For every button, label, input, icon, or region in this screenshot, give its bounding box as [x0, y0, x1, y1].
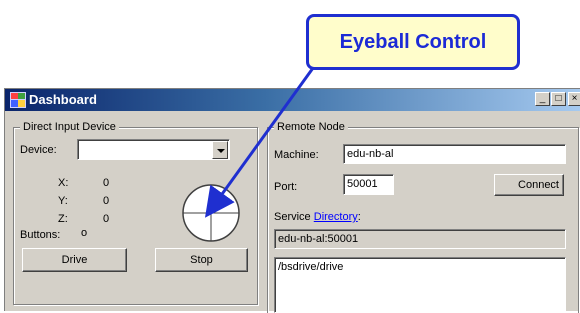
minimize-icon: _: [539, 93, 546, 104]
app-icon: [10, 92, 26, 108]
title-bar[interactable]: Dashboard _ □ ×: [5, 89, 580, 111]
machine-field[interactable]: edu-nb-al: [343, 144, 566, 164]
port-label: Port:: [274, 181, 298, 193]
service-address-field: edu-nb-al:50001: [274, 229, 566, 249]
y-label: Y:: [58, 195, 68, 207]
service-list[interactable]: /bsdrive/drive: [274, 257, 566, 313]
x-value: 0: [103, 177, 110, 189]
remote-node-group: Remote Node Machine: edu-nb-al Port: 500…: [267, 120, 579, 313]
direct-input-group: Direct Input Device Device: X: 0 Y: 0 Z:…: [13, 120, 258, 305]
eyeball-control[interactable]: [181, 183, 241, 243]
service-directory-label: Service Directory:: [274, 211, 361, 223]
connect-button[interactable]: Connect: [494, 174, 564, 196]
buttons-value: o: [81, 227, 88, 239]
directory-link[interactable]: Directory: [314, 211, 358, 223]
maximize-button[interactable]: □: [551, 92, 566, 106]
device-label: Device:: [20, 144, 57, 156]
callout-label: Eyeball Control: [339, 30, 487, 53]
eyeball-control-callout: Eyeball Control: [306, 14, 520, 70]
chevron-down-icon[interactable]: [212, 141, 228, 159]
remote-node-group-label: Remote Node: [274, 120, 348, 134]
list-item[interactable]: /bsdrive/drive: [278, 260, 562, 274]
maximize-icon: □: [555, 93, 562, 104]
direct-input-group-label: Direct Input Device: [20, 120, 119, 134]
z-value: 0: [103, 213, 110, 225]
close-button[interactable]: ×: [568, 92, 580, 106]
close-icon: ×: [571, 93, 578, 104]
buttons-label: Buttons:: [20, 229, 61, 241]
minimize-button[interactable]: _: [535, 92, 550, 106]
y-value: 0: [103, 195, 110, 207]
port-field[interactable]: 50001: [343, 174, 394, 195]
drive-button[interactable]: Drive: [22, 248, 127, 272]
z-label: Z:: [58, 213, 68, 225]
window-title: Dashboard: [29, 92, 97, 107]
x-label: X:: [58, 177, 69, 189]
device-select[interactable]: [77, 139, 230, 160]
dashboard-window: Dashboard _ □ × Direct Input Device Devi…: [4, 88, 580, 313]
stop-button[interactable]: Stop: [155, 248, 248, 272]
machine-label: Machine:: [274, 149, 319, 161]
